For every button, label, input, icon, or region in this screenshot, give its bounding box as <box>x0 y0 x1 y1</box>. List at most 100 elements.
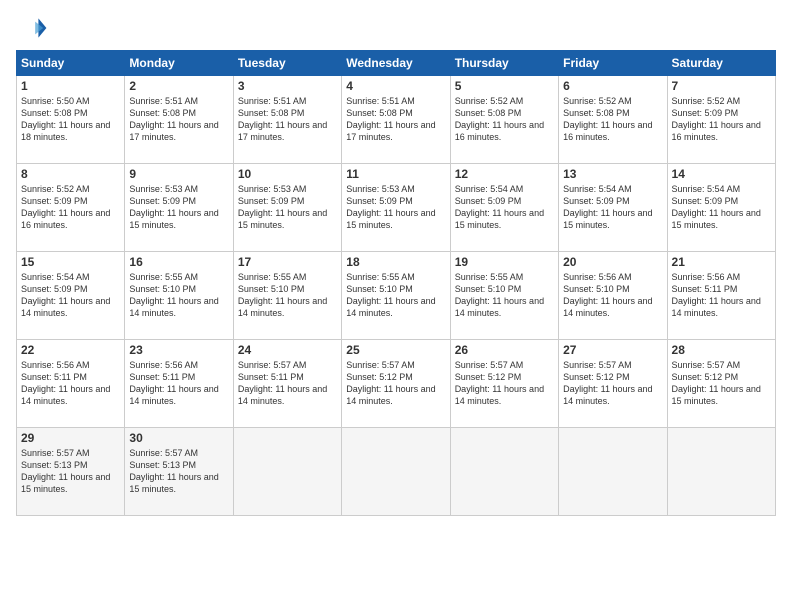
calendar-cell: 21 Sunrise: 5:56 AMSunset: 5:11 PMDayligh… <box>667 252 775 340</box>
day-info: Sunrise: 5:53 AMSunset: 5:09 PMDaylight:… <box>346 183 445 232</box>
day-number: 16 <box>129 255 228 269</box>
calendar-header-saturday: Saturday <box>667 51 775 76</box>
calendar-cell <box>342 428 450 516</box>
calendar-cell: 2Sunrise: 5:51 AMSunset: 5:08 PMDaylight… <box>125 76 233 164</box>
calendar-cell: 4 Sunrise: 5:51 AMSunset: 5:08 PMDaylight… <box>342 76 450 164</box>
day-info: Sunrise: 5:55 AMSunset: 5:10 PMDaylight:… <box>129 271 228 320</box>
page: SundayMondayTuesdayWednesdayThursdayFrid… <box>0 0 792 612</box>
day-number: 22 <box>21 343 120 357</box>
day-number: 23 <box>129 343 228 357</box>
calendar-cell: 27Sunrise: 5:57 AMSunset: 5:12 PMDayligh… <box>559 340 667 428</box>
calendar-cell: 9 Sunrise: 5:53 AMSunset: 5:09 PMDaylight… <box>125 164 233 252</box>
day-info: Sunrise: 5:57 AMSunset: 5:11 PMDaylight:… <box>238 359 337 408</box>
day-number: 12 <box>455 167 554 181</box>
day-number: 28 <box>672 343 771 357</box>
day-info: Sunrise: 5:54 AMSunset: 5:09 PMDaylight:… <box>21 271 120 320</box>
calendar-cell: 29 Sunrise: 5:57 AMSunset: 5:13 PMDayligh… <box>17 428 125 516</box>
day-number: 9 <box>129 167 228 181</box>
day-info: Sunrise: 5:57 AMSunset: 5:12 PMDaylight:… <box>563 359 662 408</box>
day-info: Sunrise: 5:57 AMSunset: 5:13 PMDaylight:… <box>21 447 120 496</box>
day-number: 11 <box>346 167 445 181</box>
day-number: 4 <box>346 79 445 93</box>
day-info: Sunrise: 5:52 AMSunset: 5:09 PMDaylight:… <box>21 183 120 232</box>
day-number: 10 <box>238 167 337 181</box>
day-info: Sunrise: 5:55 AMSunset: 5:10 PMDaylight:… <box>346 271 445 320</box>
day-info: Sunrise: 5:57 AMSunset: 5:12 PMDaylight:… <box>455 359 554 408</box>
day-number: 7 <box>672 79 771 93</box>
calendar-header-tuesday: Tuesday <box>233 51 341 76</box>
calendar-cell: 18 Sunrise: 5:55 AMSunset: 5:10 PMDayligh… <box>342 252 450 340</box>
day-number: 20 <box>563 255 662 269</box>
logo-icon <box>16 12 48 44</box>
calendar-week-3: 15 Sunrise: 5:54 AMSunset: 5:09 PMDayligh… <box>17 252 776 340</box>
day-info: Sunrise: 5:53 AMSunset: 5:09 PMDaylight:… <box>238 183 337 232</box>
day-info: Sunrise: 5:57 AMSunset: 5:12 PMDaylight:… <box>672 359 771 408</box>
calendar-cell: 3 Sunrise: 5:51 AMSunset: 5:08 PMDaylight… <box>233 76 341 164</box>
logo <box>16 12 52 44</box>
day-info: Sunrise: 5:52 AMSunset: 5:08 PMDaylight:… <box>455 95 554 144</box>
calendar-cell: 6 Sunrise: 5:52 AMSunset: 5:08 PMDaylight… <box>559 76 667 164</box>
day-number: 17 <box>238 255 337 269</box>
day-info: Sunrise: 5:56 AMSunset: 5:11 PMDaylight:… <box>21 359 120 408</box>
day-number: 26 <box>455 343 554 357</box>
calendar-cell: 11 Sunrise: 5:53 AMSunset: 5:09 PMDayligh… <box>342 164 450 252</box>
calendar-week-1: 1 Sunrise: 5:50 AMSunset: 5:08 PMDaylight… <box>17 76 776 164</box>
calendar-cell: 23 Sunrise: 5:56 AMSunset: 5:11 PMDayligh… <box>125 340 233 428</box>
day-info: Sunrise: 5:57 AMSunset: 5:13 PMDaylight:… <box>129 447 228 496</box>
calendar-cell: 26 Sunrise: 5:57 AMSunset: 5:12 PMDayligh… <box>450 340 558 428</box>
day-number: 19 <box>455 255 554 269</box>
day-info: Sunrise: 5:54 AMSunset: 5:09 PMDaylight:… <box>563 183 662 232</box>
calendar-header-thursday: Thursday <box>450 51 558 76</box>
day-info: Sunrise: 5:55 AMSunset: 5:10 PMDaylight:… <box>238 271 337 320</box>
day-number: 30 <box>129 431 228 445</box>
day-info: Sunrise: 5:50 AMSunset: 5:08 PMDaylight:… <box>21 95 120 144</box>
calendar-cell: 30 Sunrise: 5:57 AMSunset: 5:13 PMDayligh… <box>125 428 233 516</box>
day-number: 29 <box>21 431 120 445</box>
calendar-header-sunday: Sunday <box>17 51 125 76</box>
day-number: 8 <box>21 167 120 181</box>
day-number: 18 <box>346 255 445 269</box>
day-info: Sunrise: 5:54 AMSunset: 5:09 PMDaylight:… <box>672 183 771 232</box>
day-number: 13 <box>563 167 662 181</box>
day-info: Sunrise: 5:51 AMSunset: 5:08 PMDaylight:… <box>238 95 337 144</box>
day-info: Sunrise: 5:51 AMSunset: 5:08 PMDaylight:… <box>346 95 445 144</box>
calendar-cell <box>450 428 558 516</box>
calendar-cell <box>233 428 341 516</box>
day-info: Sunrise: 5:54 AMSunset: 5:09 PMDaylight:… <box>455 183 554 232</box>
calendar-header-friday: Friday <box>559 51 667 76</box>
calendar-cell: 17 Sunrise: 5:55 AMSunset: 5:10 PMDayligh… <box>233 252 341 340</box>
calendar-cell: 12 Sunrise: 5:54 AMSunset: 5:09 PMDayligh… <box>450 164 558 252</box>
day-number: 14 <box>672 167 771 181</box>
day-info: Sunrise: 5:51 AMSunset: 5:08 PMDaylight:… <box>129 95 228 144</box>
day-info: Sunrise: 5:57 AMSunset: 5:12 PMDaylight:… <box>346 359 445 408</box>
calendar-cell <box>559 428 667 516</box>
calendar-cell: 28 Sunrise: 5:57 AMSunset: 5:12 PMDayligh… <box>667 340 775 428</box>
calendar-header-wednesday: Wednesday <box>342 51 450 76</box>
day-number: 1 <box>21 79 120 93</box>
day-info: Sunrise: 5:53 AMSunset: 5:09 PMDaylight:… <box>129 183 228 232</box>
calendar-cell <box>667 428 775 516</box>
calendar-week-5: 29 Sunrise: 5:57 AMSunset: 5:13 PMDayligh… <box>17 428 776 516</box>
calendar-cell: 22 Sunrise: 5:56 AMSunset: 5:11 PMDayligh… <box>17 340 125 428</box>
day-number: 5 <box>455 79 554 93</box>
day-number: 24 <box>238 343 337 357</box>
day-number: 3 <box>238 79 337 93</box>
day-info: Sunrise: 5:52 AMSunset: 5:09 PMDaylight:… <box>672 95 771 144</box>
day-info: Sunrise: 5:52 AMSunset: 5:08 PMDaylight:… <box>563 95 662 144</box>
day-number: 25 <box>346 343 445 357</box>
day-info: Sunrise: 5:56 AMSunset: 5:11 PMDaylight:… <box>672 271 771 320</box>
day-number: 21 <box>672 255 771 269</box>
calendar-cell: 7 Sunrise: 5:52 AMSunset: 5:09 PMDaylight… <box>667 76 775 164</box>
calendar-cell: 8 Sunrise: 5:52 AMSunset: 5:09 PMDaylight… <box>17 164 125 252</box>
calendar-cell: 13 Sunrise: 5:54 AMSunset: 5:09 PMDayligh… <box>559 164 667 252</box>
calendar-cell: 5 Sunrise: 5:52 AMSunset: 5:08 PMDaylight… <box>450 76 558 164</box>
calendar-header-monday: Monday <box>125 51 233 76</box>
calendar-header-row: SundayMondayTuesdayWednesdayThursdayFrid… <box>17 51 776 76</box>
day-info: Sunrise: 5:56 AMSunset: 5:10 PMDaylight:… <box>563 271 662 320</box>
day-info: Sunrise: 5:56 AMSunset: 5:11 PMDaylight:… <box>129 359 228 408</box>
header <box>16 12 776 44</box>
calendar-cell: 1 Sunrise: 5:50 AMSunset: 5:08 PMDaylight… <box>17 76 125 164</box>
day-number: 15 <box>21 255 120 269</box>
day-number: 6 <box>563 79 662 93</box>
calendar-cell: 10 Sunrise: 5:53 AMSunset: 5:09 PMDayligh… <box>233 164 341 252</box>
